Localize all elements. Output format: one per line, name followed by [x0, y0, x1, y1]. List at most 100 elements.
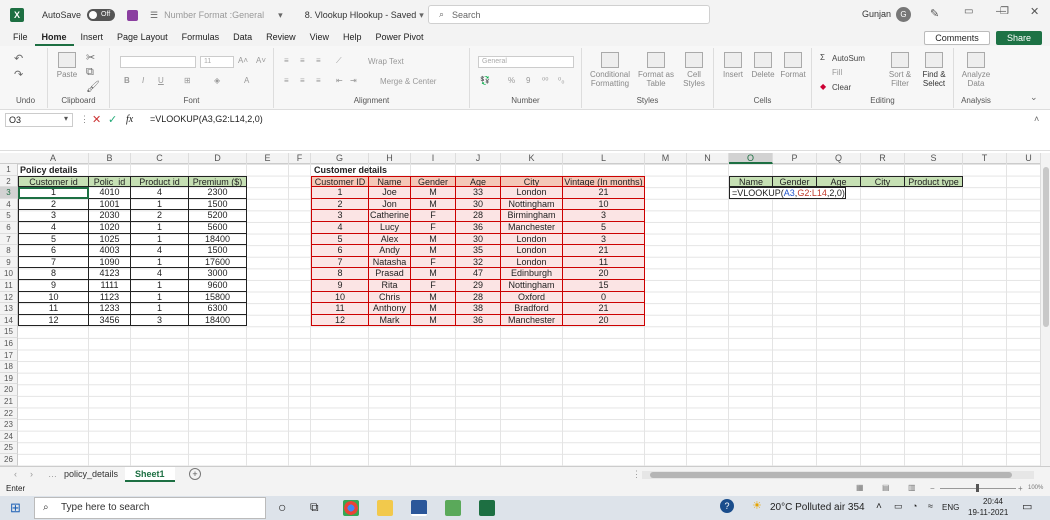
increase-indent-icon[interactable]: ⇥ — [350, 76, 357, 85]
customer-cell[interactable]: Chris — [369, 291, 411, 304]
customer-cell[interactable]: 29 — [456, 280, 501, 292]
tab-home[interactable]: Home — [34, 30, 74, 46]
policy-cell[interactable]: 1020 — [89, 222, 131, 234]
customer-cell[interactable]: 36 — [456, 222, 501, 234]
customer-cell[interactable]: 4 — [311, 222, 369, 234]
search-input[interactable]: ⌕ Search — [428, 5, 710, 24]
editing-cell[interactable]: =VLOOKUP(A3,G2:L14,2,0) — [729, 187, 846, 199]
format-cells-button[interactable]: Format — [778, 52, 808, 79]
policy-cell[interactable]: 1500 — [189, 198, 247, 211]
wrap-text-button[interactable]: Wrap Text — [368, 57, 404, 66]
policy-cell[interactable]: 5200 — [189, 210, 247, 222]
customer-header-cell[interactable]: City — [501, 175, 563, 188]
pen-icon[interactable]: ✎ — [930, 7, 939, 20]
policy-cell[interactable]: 1 — [131, 303, 189, 315]
customer-header-cell[interactable]: Age — [456, 175, 501, 188]
customer-cell[interactable]: M — [411, 303, 456, 315]
ribbon-collapse-icon[interactable]: ⌄ — [1030, 92, 1038, 103]
policy-cell[interactable]: 4 — [131, 268, 189, 280]
enter-icon[interactable]: ✓ — [108, 113, 117, 126]
customer-cell[interactable]: M — [411, 187, 456, 199]
prev-sheet-icon[interactable]: ‹ — [14, 469, 17, 479]
font-size-select[interactable]: 11 — [200, 56, 234, 68]
row-header-19[interactable]: 19 — [0, 372, 18, 385]
customer-cell[interactable]: 30 — [456, 198, 501, 211]
align-right-icon[interactable]: ≡ — [316, 76, 321, 85]
help-icon[interactable]: ? — [720, 499, 734, 513]
sheet-tab-sheet1[interactable]: Sheet1 — [125, 467, 175, 482]
italic-icon[interactable]: I — [142, 76, 144, 85]
format-as-table-button[interactable]: Format as Table — [636, 52, 676, 88]
row-header-5[interactable]: 5 — [0, 210, 18, 222]
customer-cell[interactable]: M — [411, 198, 456, 211]
formula-bar-expand-icon[interactable]: ˄ — [1034, 114, 1039, 124]
column-header-o[interactable]: O — [729, 153, 773, 164]
column-header-f[interactable]: F — [289, 153, 311, 164]
customer-cell[interactable]: 3 — [563, 210, 645, 222]
customer-cell[interactable]: 38 — [456, 303, 501, 315]
customer-header-cell[interactable]: Vintage (In months) — [563, 175, 645, 188]
customer-header-cell[interactable]: Gender — [411, 175, 456, 188]
customer-cell[interactable]: 9 — [311, 280, 369, 292]
zoom-level[interactable]: 100% — [1028, 485, 1043, 491]
lookup-header-cell[interactable]: Age — [817, 175, 861, 188]
customer-cell[interactable]: Catherine — [369, 210, 411, 222]
lookup-header-cell[interactable]: Name — [729, 175, 773, 188]
policy-cell[interactable]: 10 — [18, 291, 89, 304]
restore-icon[interactable]: ❐ — [1000, 6, 1009, 17]
analyze-data-button[interactable]: Analyze Data — [958, 52, 994, 88]
customer-cell[interactable]: Nottingham — [501, 198, 563, 211]
customer-cell[interactable]: M — [411, 233, 456, 246]
row-header-15[interactable]: 15 — [0, 326, 18, 338]
tab-page-layout[interactable]: Page Layout — [110, 30, 175, 46]
policy-cell[interactable]: 4123 — [89, 268, 131, 280]
customer-cell[interactable]: Alex — [369, 233, 411, 246]
customer-cell[interactable]: London — [501, 245, 563, 257]
autosum-icon[interactable]: Σ — [820, 53, 825, 62]
column-header-c[interactable]: C — [131, 153, 189, 164]
customer-cell[interactable]: 10 — [563, 198, 645, 211]
horizontal-scrollbar[interactable] — [642, 471, 1034, 479]
tab-data[interactable]: Data — [226, 30, 259, 46]
policy-cell[interactable]: 1500 — [189, 245, 247, 257]
policy-cell[interactable]: 3456 — [89, 314, 131, 327]
policy-cell[interactable]: 1111 — [89, 280, 131, 292]
customer-cell[interactable]: 21 — [563, 303, 645, 315]
customer-cell[interactable]: F — [411, 222, 456, 234]
customer-cell[interactable]: Manchester — [501, 314, 563, 327]
clock-date[interactable]: 19-11-2021 — [968, 508, 1008, 517]
policy-cell[interactable]: 1 — [131, 256, 189, 269]
column-header-s[interactable]: S — [905, 153, 963, 164]
customer-header-cell[interactable]: Name — [369, 175, 411, 188]
customer-cell[interactable]: 3 — [311, 210, 369, 222]
policy-cell[interactable]: 1 — [131, 291, 189, 304]
customer-cell[interactable]: 15 — [563, 280, 645, 292]
policy-cell[interactable]: 2030 — [89, 210, 131, 222]
show-hidden-icons-icon[interactable]: ˄ — [876, 501, 882, 512]
customer-cell[interactable]: 20 — [563, 314, 645, 327]
policy-cell[interactable]: 1233 — [89, 303, 131, 315]
customer-cell[interactable]: 47 — [456, 268, 501, 280]
customer-cell[interactable]: M — [411, 314, 456, 327]
customer-cell[interactable]: F — [411, 280, 456, 292]
customer-cell[interactable]: M — [411, 291, 456, 304]
policy-cell[interactable]: 2 — [18, 198, 89, 211]
close-icon[interactable]: ✕ — [1030, 5, 1039, 18]
column-header-i[interactable]: I — [411, 153, 456, 164]
customer-cell[interactable]: Oxford — [501, 291, 563, 304]
align-bottom-icon[interactable]: ≡ — [316, 56, 321, 65]
column-header-d[interactable]: D — [189, 153, 247, 164]
language-indicator[interactable]: ENG — [942, 503, 959, 512]
row-header-1[interactable]: 1 — [0, 164, 18, 176]
policy-cell[interactable]: 4 — [18, 222, 89, 234]
customer-cell[interactable]: Joe — [369, 187, 411, 199]
column-header-j[interactable]: J — [456, 153, 501, 164]
number-format-label[interactable]: Number Format :General — [164, 10, 264, 20]
customer-cell[interactable]: Prasad — [369, 268, 411, 280]
row-header-24[interactable]: 24 — [0, 430, 18, 443]
row-header-21[interactable]: 21 — [0, 396, 18, 408]
row-header-16[interactable]: 16 — [0, 338, 18, 350]
customer-cell[interactable]: 7 — [311, 256, 369, 269]
zoom-out-icon[interactable]: − — [930, 484, 935, 493]
customer-cell[interactable]: Mark — [369, 314, 411, 327]
